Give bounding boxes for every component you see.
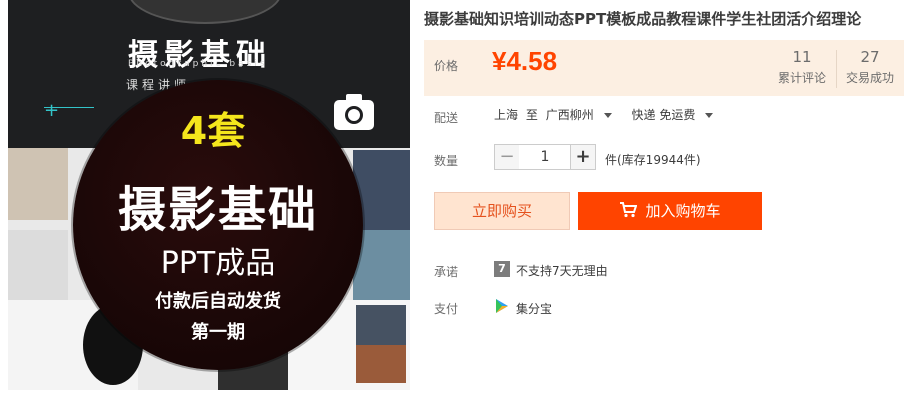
- quantity-label: 数量: [434, 154, 459, 168]
- reviews-stat[interactable]: 11 累计评论: [774, 48, 830, 86]
- shipping-label: 配送: [434, 111, 459, 125]
- cart-icon: [620, 201, 638, 217]
- promise-text: 不支持7天无理由: [516, 264, 608, 278]
- payment-label: 支付: [434, 302, 459, 316]
- promise-label: 承诺: [434, 265, 459, 279]
- add-to-cart-button[interactable]: 加入购物车: [578, 192, 762, 230]
- shipping-to-word: 至: [525, 108, 538, 122]
- payment-method: 集分宝: [516, 302, 553, 316]
- decoration-line: [44, 107, 94, 108]
- shipping-method-select[interactable]: 快递 免运费: [632, 108, 726, 122]
- product-image[interactable]: 摄影基础 Photographic basis 课程讲师 + 4套 摄影基础 P…: [8, 0, 410, 390]
- quantity-decrease-button[interactable]: −: [494, 144, 520, 170]
- deals-stat[interactable]: 27 交易成功: [842, 48, 898, 86]
- plus-decoration-icon: +: [44, 100, 60, 121]
- deals-label: 交易成功: [845, 71, 894, 85]
- shipping-row: 上海 至 广西柳州 快递 免运费: [494, 106, 729, 123]
- shipping-method-value: 快递 免运费: [631, 108, 696, 122]
- quantity-increase-button[interactable]: +: [570, 144, 596, 170]
- quantity-input[interactable]: 1: [519, 144, 571, 170]
- thumbnail-tile: [356, 345, 406, 383]
- badge-shipping-text: 付款后自动发货: [155, 291, 281, 312]
- camera-icon: [334, 94, 374, 130]
- seven-day-icon: 7: [494, 261, 510, 277]
- stock-text: 件(库存19944件): [605, 153, 701, 167]
- price-panel: 价格 ¥4.58 11 累计评论 27 交易成功: [424, 40, 904, 96]
- badge-count: 4套: [180, 109, 246, 153]
- reviews-label: 累计评论: [777, 71, 826, 85]
- chevron-down-icon: [705, 113, 714, 118]
- badge-main-title: 摄影基础: [117, 182, 318, 238]
- buy-now-button[interactable]: 立即购买: [434, 192, 570, 230]
- reviews-count: 11: [792, 48, 812, 66]
- add-to-cart-label: 加入购物车: [645, 202, 721, 220]
- jifenbao-icon: [496, 299, 508, 313]
- thumbnail-tile: [356, 305, 406, 345]
- chevron-down-icon: [603, 113, 612, 118]
- image-subtitle-en: Photographic basis: [128, 59, 268, 69]
- price-value: ¥4.58: [492, 46, 558, 76]
- thumbnail-tile: [8, 230, 68, 300]
- deals-count: 27: [860, 48, 880, 66]
- destination-value: 广西柳州: [545, 108, 594, 122]
- thumbnail-tile: [8, 148, 68, 220]
- product-title: 摄影基础知识培训动态PPT模板成品教程课件学生社团活介绍理论: [424, 10, 862, 28]
- divider: [836, 50, 837, 88]
- badge-ppt-label: PPT成品: [160, 246, 276, 281]
- shipping-from: 上海: [494, 108, 519, 122]
- destination-select[interactable]: 广西柳州: [546, 108, 624, 122]
- badge-issue-text: 第一期: [191, 322, 245, 343]
- price-label: 价格: [434, 59, 459, 73]
- lens-decoration: [128, 0, 282, 24]
